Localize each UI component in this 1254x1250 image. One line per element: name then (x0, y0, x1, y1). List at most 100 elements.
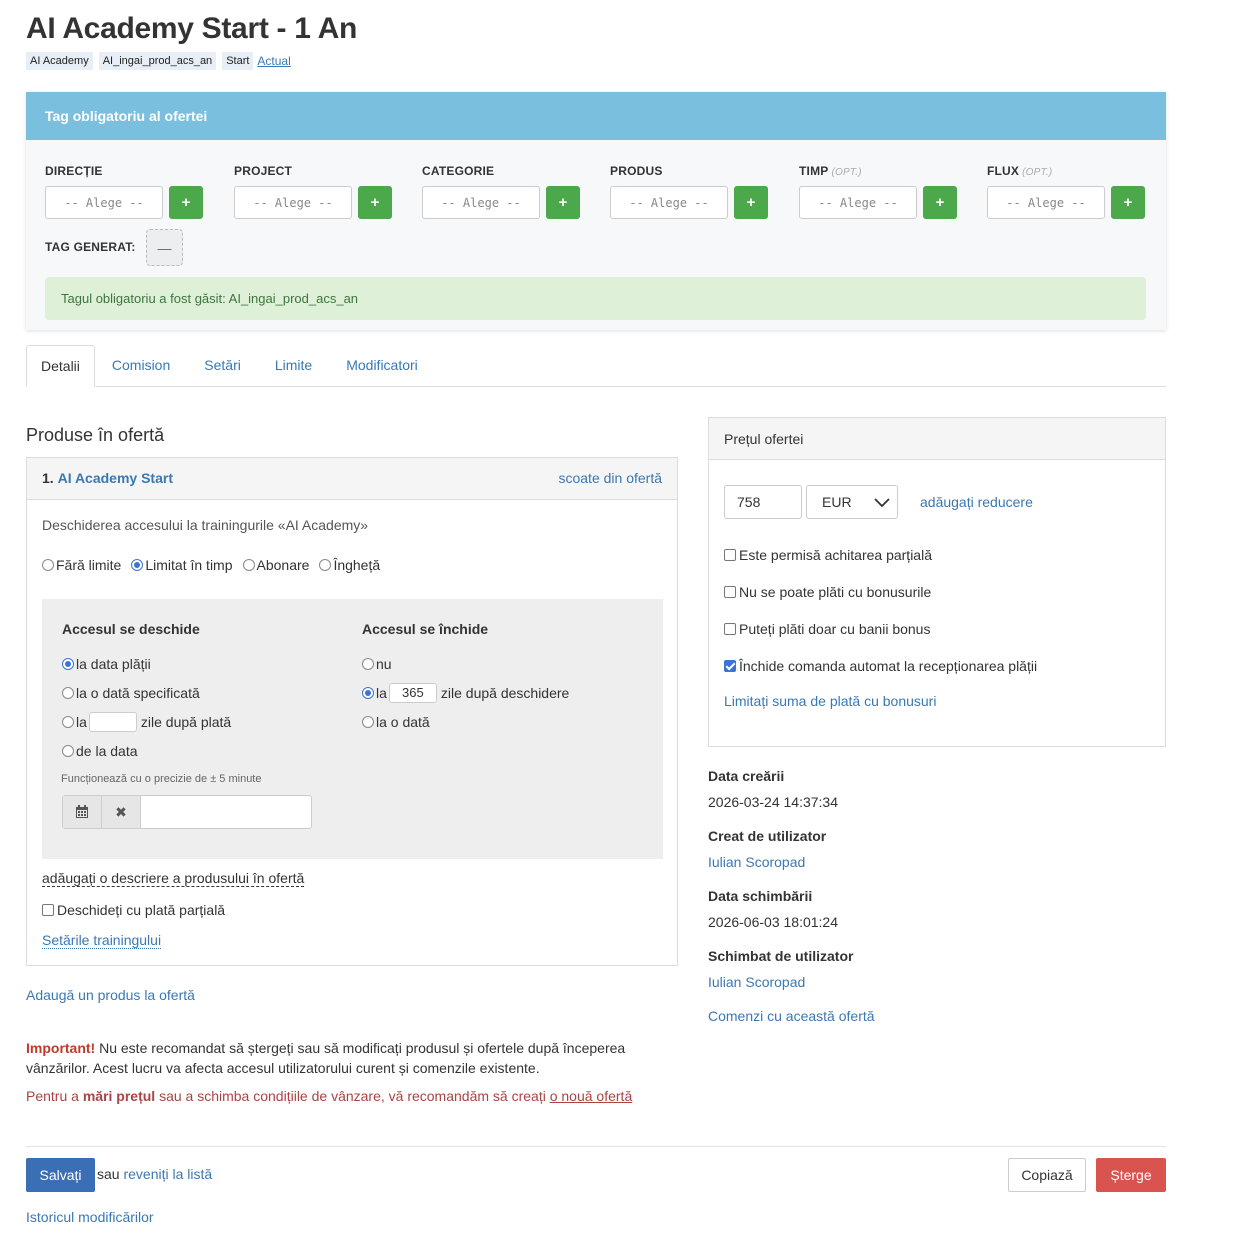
open-on-date[interactable]: la o dată specificată (62, 678, 231, 707)
back-text: sau reveniți la listă (97, 1166, 212, 1182)
open-from-date[interactable]: de la data (62, 736, 231, 765)
mode-freeze[interactable]: Îngheță (319, 557, 380, 573)
tab-limite[interactable]: Limite (258, 345, 329, 386)
calendar-icon[interactable] (63, 796, 102, 828)
footer-divider (26, 1146, 1166, 1147)
product-name-link[interactable]: AI Academy Start (58, 470, 173, 486)
add-categorie-button[interactable]: + (546, 186, 580, 219)
clear-icon[interactable]: ✖ (102, 796, 141, 828)
tag-actual-link[interactable]: Actual (257, 54, 290, 68)
access-close-column: Accesul se închide nu la 365 zile după des… (362, 621, 569, 736)
directie-select[interactable]: -- Alege -- (45, 186, 163, 219)
field-label: TIMP (799, 164, 829, 178)
mode-subscription[interactable]: Abonare (242, 557, 309, 573)
remove-product-link[interactable]: scoate din ofertă (558, 470, 662, 487)
checkbox-icon[interactable] (724, 586, 736, 598)
date-picker: ✖ (62, 795, 312, 829)
generated-tag-label: TAG GENERAT: (45, 240, 136, 254)
close-days-input[interactable]: 365 (388, 682, 437, 703)
close-never[interactable]: nu (362, 649, 569, 678)
radio-icon[interactable] (62, 657, 74, 670)
checkbox-icon[interactable] (724, 660, 736, 672)
mode-time-limited[interactable]: Limitat în timp (131, 557, 233, 573)
currency-select[interactable]: EUR (806, 485, 898, 519)
price-input[interactable]: 758 (724, 485, 802, 519)
tag-chip[interactable]: AI Academy (26, 52, 93, 70)
radio-icon[interactable] (362, 686, 374, 699)
products-section-title: Produse în ofertă (26, 425, 165, 445)
project-select[interactable]: -- Alege -- (234, 186, 352, 219)
orders-link[interactable]: Comenzi cu această ofertă (708, 1008, 875, 1024)
optional-label: (OPT.) (831, 167, 862, 178)
important-text: Nu este recomandat să ștergeți sau să mo… (26, 1040, 626, 1076)
radio-icon[interactable] (62, 744, 74, 757)
close-on-date[interactable]: la o dată (362, 707, 569, 736)
checkbox-icon[interactable] (42, 904, 54, 916)
open-days-input[interactable] (88, 711, 137, 732)
add-project-button[interactable]: + (358, 186, 392, 219)
radio-label: la o dată (376, 713, 430, 730)
add-discount-link[interactable]: adăugați reducere (920, 494, 1033, 510)
creator-link[interactable]: Iulian Scoropad (708, 854, 826, 870)
partial-payment-checkbox[interactable]: Este permisă achitarea parțială (724, 547, 932, 563)
partial-open-checkbox[interactable]: Deschideți cu plată parțială (42, 902, 225, 918)
copy-button[interactable]: Copiază (1008, 1158, 1086, 1192)
radio-icon[interactable] (362, 715, 374, 728)
access-settings-panel: Accesul se deschide la data plății la o … (42, 599, 663, 859)
field-produs: PRODUS -- Alege -- + (610, 164, 780, 219)
radio-label: la (76, 713, 87, 730)
add-product-link[interactable]: Adaugă un produs la ofertă (26, 987, 195, 1003)
meta-label: Creat de utilizator (708, 828, 827, 844)
tag-chip[interactable]: AI_ingai_prod_acs_an (98, 52, 217, 70)
checkbox-icon[interactable] (724, 549, 736, 561)
radio-label: nu (376, 655, 392, 672)
open-on-payment[interactable]: la data plății (62, 649, 231, 678)
important-warning: Important! Nu este recomandat să ștergeț… (26, 1038, 666, 1078)
add-timp-button[interactable]: + (923, 186, 957, 219)
panel-header: Tag obligatoriu al ofertei (26, 92, 1166, 140)
radio-label: zile după plată (140, 713, 232, 730)
add-flux-button[interactable]: + (1111, 186, 1145, 219)
timp-select[interactable]: -- Alege -- (799, 186, 917, 219)
no-bonus-checkbox[interactable]: Nu se poate plăti cu bonusurile (724, 584, 931, 600)
close-days-after[interactable]: la 365 zile după deschidere (362, 678, 569, 707)
radio-icon[interactable] (62, 715, 74, 728)
new-offer-link[interactable]: o nouă ofertă (550, 1088, 633, 1104)
training-settings-link[interactable]: Setările trainingului (42, 932, 162, 949)
price-header: Prețul ofertei (709, 418, 1165, 460)
mode-no-limits[interactable]: Fără limite (42, 557, 121, 573)
radio-icon[interactable] (319, 559, 332, 571)
add-directie-button[interactable]: + (169, 186, 203, 219)
radio-icon[interactable] (62, 686, 74, 699)
radio-icon[interactable] (131, 559, 144, 571)
tab-comision[interactable]: Comision (95, 345, 187, 386)
created-by: Creat de utilizator Iulian Scoropad (708, 828, 826, 870)
add-description-link[interactable]: adăugați o descriere a produsului în ofe… (42, 870, 305, 887)
field-timp: TIMP (OPT.) -- Alege -- + (799, 164, 969, 219)
date-input[interactable] (141, 796, 311, 828)
categorie-select[interactable]: -- Alege -- (422, 186, 540, 219)
add-produs-button[interactable]: + (734, 186, 768, 219)
product-card: 1. AI Academy Start scoate din ofertă De… (26, 457, 678, 966)
radio-icon[interactable] (242, 559, 255, 571)
radio-icon[interactable] (42, 559, 54, 571)
save-button[interactable]: Salvați (26, 1158, 95, 1192)
delete-button[interactable]: Șterge (1096, 1158, 1166, 1192)
flux-select[interactable]: -- Alege -- (987, 186, 1105, 219)
checkbox-icon[interactable] (724, 623, 736, 635)
checkbox-label: Este permisă achitarea parțială (739, 547, 932, 563)
changer-link[interactable]: Iulian Scoropad (708, 974, 853, 990)
meta-value: 2026-06-03 18:01:24 (708, 914, 838, 930)
tab-modificatori[interactable]: Modificatori (329, 345, 435, 386)
bonus-only-checkbox[interactable]: Puteți plăti doar cu banii bonus (724, 621, 930, 637)
limit-bonus-link[interactable]: Limitați suma de plată cu bonusuri (724, 693, 936, 709)
radio-icon[interactable] (362, 657, 374, 670)
tab-setari[interactable]: Setări (187, 345, 258, 386)
tag-chip[interactable]: Start (222, 52, 254, 70)
auto-close-checkbox[interactable]: Închide comanda automat la recepționarea… (724, 658, 1037, 674)
history-link[interactable]: Istoricul modificărilor (26, 1209, 154, 1225)
open-days-after[interactable]: la zile după plată (62, 707, 231, 736)
tab-detalii[interactable]: Detalii (26, 345, 95, 387)
produs-select[interactable]: -- Alege -- (610, 186, 728, 219)
back-to-list-link[interactable]: reveniți la listă (123, 1166, 212, 1182)
